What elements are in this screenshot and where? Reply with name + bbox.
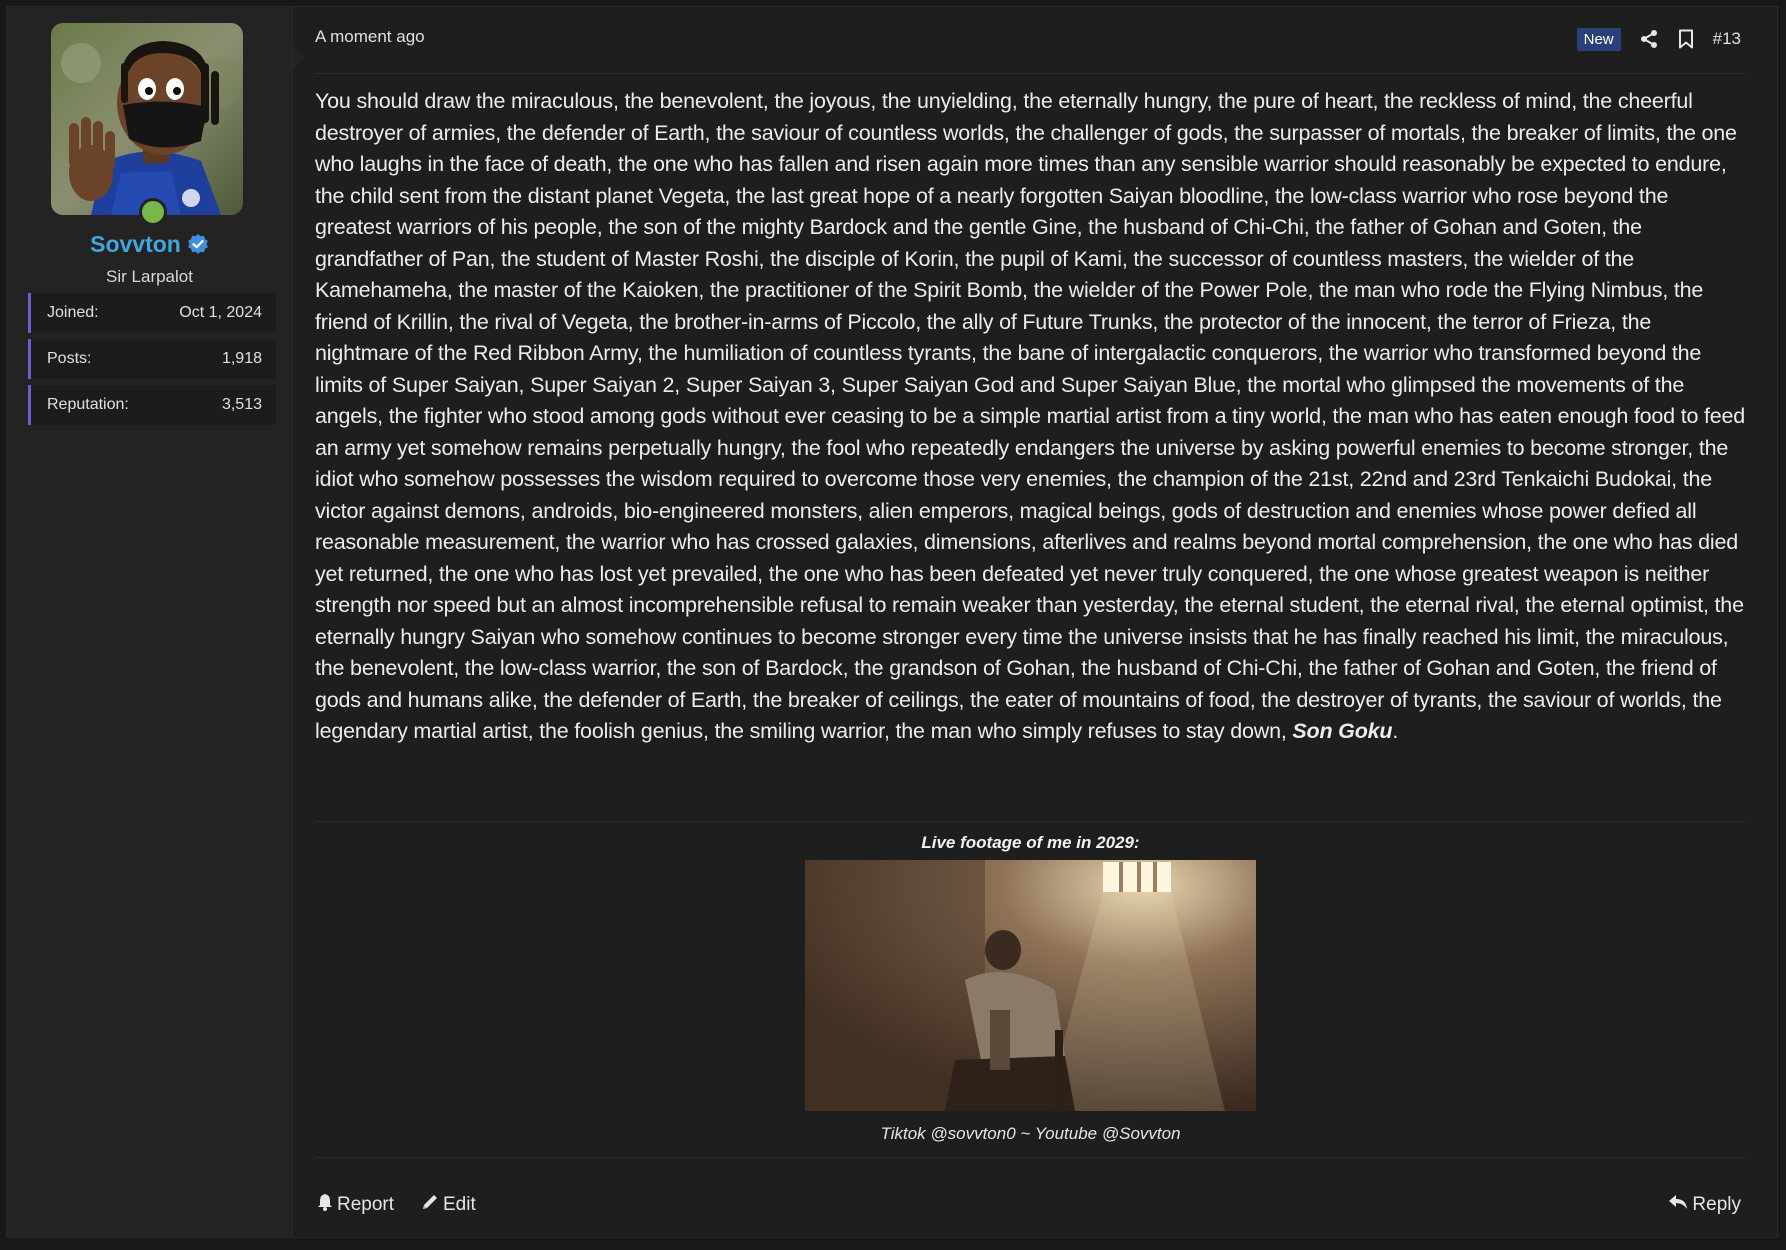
post-body-text: You should draw the miraculous, the bene… <box>315 89 1746 743</box>
post-body-end: . <box>1392 719 1399 743</box>
signature-caption: Tiktok @sovvton0 ~ Youtube @Sovvton <box>880 1124 1181 1143</box>
stat-reputation: Reputation: 3,513 <box>28 385 276 425</box>
forum-post: Sovvton Sir Larpalot Joined: Oct 1, 2024… <box>6 6 1778 1238</box>
author-username-wrap: Sovvton <box>7 231 292 261</box>
footer-divider <box>315 1157 1746 1158</box>
edit-label: Edit <box>443 1194 476 1215</box>
stat-value: Oct 1, 2024 <box>179 304 262 321</box>
online-status-indicator <box>139 198 167 226</box>
avatar-wrap <box>51 23 243 226</box>
header-divider <box>315 73 1746 74</box>
edit-button[interactable]: Edit <box>421 1193 476 1217</box>
pencil-icon <box>421 1193 439 1217</box>
signature-label: Live footage of me in 2029: <box>921 833 1140 852</box>
signature-divider <box>315 821 1746 822</box>
reply-arrow-icon <box>1668 1193 1688 1217</box>
post-timestamp[interactable]: A moment ago <box>315 27 425 47</box>
stat-joined: Joined: Oct 1, 2024 <box>28 293 276 333</box>
verified-check-icon <box>187 233 209 261</box>
report-label: Report <box>337 1194 395 1215</box>
reply-label: Reply <box>1692 1194 1741 1215</box>
stat-label: Posts: <box>47 350 92 367</box>
post-header-actions: New #13 <box>1576 25 1741 53</box>
stat-value[interactable]: 1,918 <box>222 350 262 368</box>
bell-icon <box>317 1193 333 1217</box>
share-icon[interactable] <box>1639 29 1659 49</box>
report-button[interactable]: Report <box>317 1193 394 1217</box>
post-body: You should draw the miraculous, the bene… <box>315 86 1750 748</box>
stat-value: 3,513 <box>221 396 262 413</box>
post-arrow <box>293 45 305 69</box>
new-badge: New <box>1576 27 1621 51</box>
page: Sovvton Sir Larpalot Joined: Oct 1, 2024… <box>0 0 1786 1250</box>
avatar[interactable] <box>51 23 243 215</box>
post-body-emphasis: Son Goku <box>1292 719 1393 743</box>
author-title: Sir Larpalot <box>106 267 193 286</box>
post-author-panel: Sovvton Sir Larpalot Joined: Oct 1, 2024… <box>7 7 293 1237</box>
stat-label: Joined: <box>47 304 99 321</box>
post-main: A moment ago New #13 You should draw the… <box>293 7 1777 1237</box>
reply-button[interactable]: Reply <box>1668 1193 1741 1217</box>
author-username[interactable]: Sovvton <box>90 231 181 257</box>
stat-label: Reputation: <box>47 396 129 413</box>
post-number-link[interactable]: #13 <box>1713 29 1741 49</box>
signature-image <box>805 860 1256 1111</box>
bookmark-icon[interactable] <box>1677 29 1695 49</box>
stat-posts: Posts: 1,918 <box>28 339 276 379</box>
